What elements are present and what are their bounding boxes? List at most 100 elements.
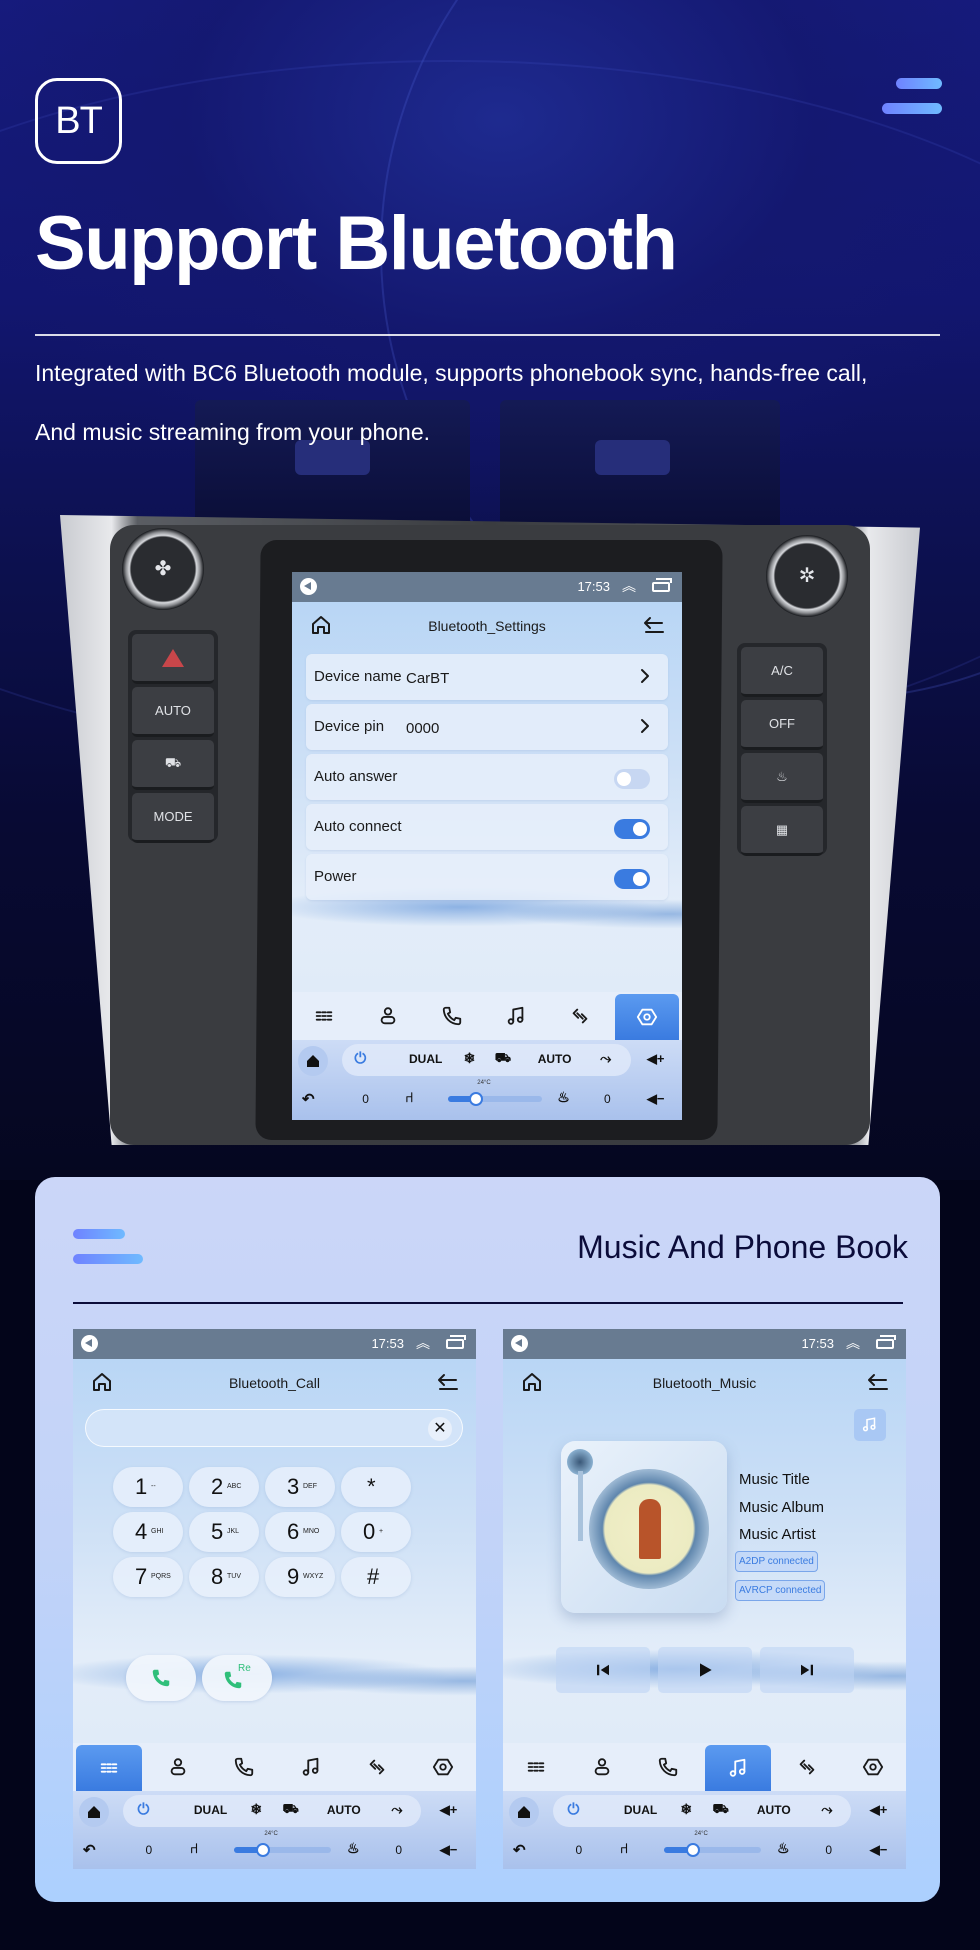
back-icon[interactable]: [642, 614, 666, 636]
ac-button[interactable]: A/C: [741, 647, 823, 697]
tab-call-log[interactable]: [211, 1743, 277, 1791]
recirculation-button[interactable]: ⛟: [132, 740, 214, 790]
tab-call-log[interactable]: [635, 1743, 701, 1791]
home-button[interactable]: [79, 1797, 109, 1827]
tab-link[interactable]: [774, 1743, 840, 1791]
ac-snowflake-icon[interactable]: ❄: [464, 1050, 476, 1067]
power-toggle[interactable]: [614, 869, 650, 889]
recirculation-icon[interactable]: ⛟: [495, 1050, 511, 1068]
seat-icon[interactable]: ⑁: [190, 1840, 198, 1856]
tab-settings[interactable]: [840, 1743, 906, 1791]
tab-music[interactable]: [704, 1745, 771, 1791]
seat-heat-icon[interactable]: ♨: [777, 1840, 790, 1857]
recent-apps-icon[interactable]: [652, 578, 672, 592]
recent-apps-icon[interactable]: [446, 1335, 466, 1349]
home-button[interactable]: [298, 1046, 328, 1076]
setting-row-device-name[interactable]: Device name CarBT: [306, 654, 668, 700]
seat-icon[interactable]: ⑁: [405, 1089, 413, 1105]
airflow-icon[interactable]: ⤳: [391, 1801, 402, 1818]
climate-auto-button[interactable]: AUTO: [327, 1803, 361, 1817]
volume-down-icon[interactable]: ◀−: [870, 1842, 888, 1858]
clear-input-icon[interactable]: ✕: [428, 1417, 452, 1441]
dial-key-9[interactable]: 9 WXYZ: [265, 1557, 335, 1597]
back-icon[interactable]: [866, 1371, 890, 1393]
dial-key-7[interactable]: 7 PQRS: [113, 1557, 183, 1597]
dial-key-6[interactable]: 6 MNO: [265, 1512, 335, 1552]
fan-slider-thumb[interactable]: [469, 1092, 484, 1106]
volume-down-icon[interactable]: ◀−: [647, 1091, 665, 1107]
dual-button[interactable]: DUAL: [624, 1803, 657, 1817]
tab-music[interactable]: [484, 992, 548, 1040]
auto-connect-toggle[interactable]: [614, 819, 650, 839]
dial-key-4[interactable]: 4 GHI: [113, 1512, 183, 1552]
tab-music[interactable]: [278, 1743, 344, 1791]
dial-key-3[interactable]: 3 DEF: [265, 1467, 335, 1507]
volume-down-icon[interactable]: ◀−: [440, 1842, 458, 1858]
back-arrow-icon[interactable]: ↶: [302, 1090, 315, 1108]
tab-link[interactable]: [548, 992, 612, 1040]
setting-row-device-pin[interactable]: Device pin 0000: [306, 704, 668, 750]
dial-key-2[interactable]: 2 ABC: [189, 1467, 259, 1507]
climate-auto-button[interactable]: AUTO: [538, 1052, 572, 1066]
volume-icon[interactable]: [81, 1335, 98, 1352]
tab-link[interactable]: [344, 1743, 410, 1791]
next-track-button[interactable]: [760, 1647, 854, 1693]
ac-snowflake-icon[interactable]: ❄: [680, 1801, 692, 1818]
expand-up-icon[interactable]: ︽: [622, 576, 636, 596]
tab-dialpad[interactable]: [76, 1745, 143, 1791]
hazard-button[interactable]: [132, 634, 214, 684]
back-arrow-icon[interactable]: ↶: [513, 1841, 526, 1859]
off-button[interactable]: OFF: [741, 700, 823, 750]
dial-key-star[interactable]: *: [341, 1467, 411, 1507]
recirculation-icon[interactable]: ⛟: [283, 1801, 299, 1819]
dial-key-hash[interactable]: #: [341, 1557, 411, 1597]
volume-up-icon[interactable]: ◀+: [440, 1802, 458, 1818]
mode-button[interactable]: MODE: [132, 793, 214, 843]
rear-defrost-button[interactable]: ▦: [741, 806, 823, 856]
tab-dialpad[interactable]: [503, 1743, 569, 1791]
back-arrow-icon[interactable]: ↶: [83, 1841, 96, 1859]
music-source-button[interactable]: [854, 1409, 886, 1441]
seat-heat-icon[interactable]: ♨: [347, 1840, 360, 1857]
climate-power-icon[interactable]: ⏻: [137, 1801, 149, 1818]
climate-auto-button[interactable]: AUTO: [757, 1803, 791, 1817]
tab-contacts[interactable]: [145, 1743, 211, 1791]
fan-speed-slider[interactable]: [448, 1092, 542, 1106]
tab-settings[interactable]: [410, 1743, 476, 1791]
previous-track-button[interactable]: [556, 1647, 650, 1693]
dial-key-5[interactable]: 5 JKL: [189, 1512, 259, 1552]
auto-answer-toggle[interactable]: [614, 769, 650, 789]
expand-up-icon[interactable]: ︽: [846, 1333, 860, 1353]
dial-key-0[interactable]: 0 +: [341, 1512, 411, 1552]
seat-icon[interactable]: ⑁: [620, 1840, 628, 1856]
seat-heat-icon[interactable]: ♨: [557, 1089, 570, 1106]
recirculation-icon[interactable]: ⛟: [713, 1801, 729, 1819]
tab-settings[interactable]: [615, 994, 679, 1040]
fan-speed-slider[interactable]: [664, 1843, 761, 1857]
expand-up-icon[interactable]: ︽: [416, 1333, 430, 1353]
volume-icon[interactable]: [300, 578, 317, 595]
front-defrost-button[interactable]: ♨: [741, 753, 823, 803]
fan-slider-thumb[interactable]: [256, 1843, 271, 1857]
climate-power-icon[interactable]: ⏻: [567, 1801, 579, 1818]
climate-power-icon[interactable]: ⏻: [354, 1050, 366, 1067]
airflow-icon[interactable]: ⤳: [600, 1050, 611, 1067]
redial-button[interactable]: Re: [202, 1655, 272, 1701]
fan-speed-slider[interactable]: [234, 1843, 331, 1857]
dial-number-input[interactable]: ✕: [85, 1409, 463, 1447]
back-icon[interactable]: [436, 1371, 460, 1393]
recent-apps-icon[interactable]: [876, 1335, 896, 1349]
fan-knob[interactable]: ✤: [122, 528, 204, 610]
temperature-knob[interactable]: ✲: [766, 535, 848, 617]
volume-icon[interactable]: [511, 1335, 528, 1352]
airflow-icon[interactable]: ⤳: [821, 1801, 832, 1818]
ac-snowflake-icon[interactable]: ❄: [250, 1801, 262, 1818]
tab-dialpad[interactable]: [292, 992, 356, 1040]
home-button[interactable]: [509, 1797, 539, 1827]
tab-call-log[interactable]: [420, 992, 484, 1040]
tab-contacts[interactable]: [569, 1743, 635, 1791]
tab-contacts[interactable]: [356, 992, 420, 1040]
dual-button[interactable]: DUAL: [194, 1803, 227, 1817]
volume-up-icon[interactable]: ◀+: [647, 1051, 665, 1067]
play-button[interactable]: [658, 1647, 752, 1693]
